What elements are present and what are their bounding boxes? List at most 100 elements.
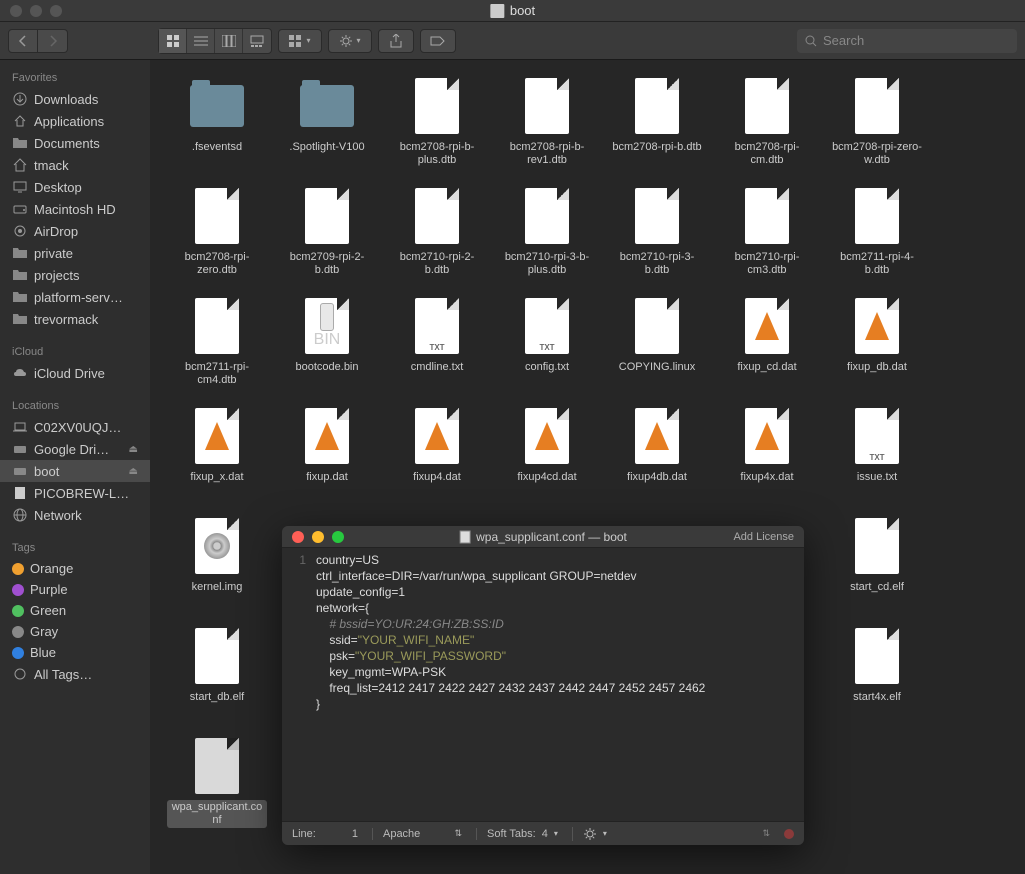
group-by-button[interactable]: ▾ bbox=[278, 29, 322, 53]
file-name: bcm2708-rpi-b-plus.dtb bbox=[387, 140, 487, 168]
icon-view-button[interactable] bbox=[159, 29, 187, 53]
file-item[interactable]: TXTcmdline.txt bbox=[382, 292, 492, 402]
sidebar-item[interactable]: platform-serv… bbox=[0, 286, 150, 308]
status-settings[interactable]: ▾ bbox=[572, 827, 607, 841]
tag-label: Purple bbox=[30, 582, 68, 597]
sidebar-item[interactable]: Desktop bbox=[0, 176, 150, 198]
file-item[interactable]: TXTissue.txt bbox=[822, 402, 932, 512]
file-item[interactable]: start4x.elf bbox=[822, 622, 932, 732]
file-item[interactable]: wpa_supplicant.conf bbox=[162, 732, 272, 842]
favorites-header: Favorites bbox=[0, 68, 150, 88]
back-button[interactable] bbox=[8, 29, 38, 53]
file-item[interactable]: COPYING.linux bbox=[602, 292, 712, 402]
sidebar-item[interactable]: Documents bbox=[0, 132, 150, 154]
eject-icon[interactable]: ⏏ bbox=[129, 444, 138, 455]
editor-minimize-button[interactable] bbox=[312, 531, 324, 543]
action-button[interactable]: ▾ bbox=[328, 29, 372, 53]
eject-icon[interactable]: ⏏ bbox=[129, 466, 138, 477]
file-item[interactable]: BINbootcode.bin bbox=[272, 292, 382, 402]
sidebar-item[interactable]: PICOBREW-L… bbox=[0, 482, 150, 504]
file-item[interactable]: fixup4cd.dat bbox=[492, 402, 602, 512]
file-item[interactable]: bcm2708-rpi-zero-w.dtb bbox=[822, 72, 932, 182]
status-syntax[interactable]: Apache ⇅ bbox=[372, 828, 462, 840]
close-button[interactable] bbox=[10, 5, 22, 17]
file-item[interactable]: .Spotlight-V100 bbox=[272, 72, 382, 182]
minimize-button[interactable] bbox=[30, 5, 42, 17]
file-item[interactable]: bcm2708-rpi-b-rev1.dtb bbox=[492, 72, 602, 182]
editor-close-button[interactable] bbox=[292, 531, 304, 543]
sidebar-tag[interactable]: Purple bbox=[0, 579, 150, 600]
sidebar-item[interactable]: Google Dri…⏏ bbox=[0, 438, 150, 460]
file-item[interactable]: start_db.elf bbox=[162, 622, 272, 732]
file-icon bbox=[187, 626, 247, 686]
file-name: fixup4.dat bbox=[410, 470, 464, 485]
share-button[interactable] bbox=[378, 29, 414, 53]
tags-button[interactable] bbox=[420, 29, 456, 53]
file-item[interactable]: bcm2708-rpi-b-plus.dtb bbox=[382, 72, 492, 182]
sidebar-item[interactable]: tmack bbox=[0, 154, 150, 176]
file-item[interactable]: bcm2711-rpi-cm4.dtb bbox=[162, 292, 272, 402]
gear-icon bbox=[583, 827, 597, 841]
sidebar-item[interactable]: Network bbox=[0, 504, 150, 526]
search-input[interactable]: Search bbox=[797, 29, 1017, 53]
file-icon bbox=[407, 76, 467, 136]
file-name: start_db.elf bbox=[187, 690, 247, 705]
sidebar-tag[interactable]: Blue bbox=[0, 642, 150, 663]
file-item[interactable]: bcm2710-rpi-cm3.dtb bbox=[712, 182, 822, 292]
file-item[interactable]: bcm2708-rpi-zero.dtb bbox=[162, 182, 272, 292]
file-item[interactable]: fixup4x.dat bbox=[712, 402, 822, 512]
sidebar-tag[interactable]: Gray bbox=[0, 621, 150, 642]
editor-zoom-button[interactable] bbox=[332, 531, 344, 543]
file-item[interactable]: bcm2710-rpi-3-b.dtb bbox=[602, 182, 712, 292]
sidebar-all-tags[interactable]: All Tags… bbox=[0, 663, 150, 685]
sidebar-item[interactable]: private bbox=[0, 242, 150, 264]
code-area[interactable]: country=USctrl_interface=DIR=/var/run/wp… bbox=[312, 548, 804, 821]
status-line[interactable]: Line: 1 bbox=[292, 828, 358, 840]
sidebar-tag[interactable]: Green bbox=[0, 600, 150, 621]
file-item[interactable]: kernel.img bbox=[162, 512, 272, 622]
file-item[interactable]: start_cd.elf bbox=[822, 512, 932, 622]
sidebar-item[interactable]: AirDrop bbox=[0, 220, 150, 242]
file-item[interactable]: fixup_db.dat bbox=[822, 292, 932, 402]
file-item[interactable]: .fseventsd bbox=[162, 72, 272, 182]
zoom-button[interactable] bbox=[50, 5, 62, 17]
file-icon bbox=[847, 76, 907, 136]
sidebar-item[interactable]: Macintosh HD bbox=[0, 198, 150, 220]
forward-button[interactable] bbox=[38, 29, 68, 53]
sidebar-item[interactable]: Applications bbox=[0, 110, 150, 132]
file-item[interactable]: fixup.dat bbox=[272, 402, 382, 512]
add-license-link[interactable]: Add License bbox=[733, 531, 794, 543]
file-name: bcm2708-rpi-zero-w.dtb bbox=[827, 140, 927, 168]
file-item[interactable]: bcm2710-rpi-3-b-plus.dtb bbox=[492, 182, 602, 292]
tags-header: Tags bbox=[0, 538, 150, 558]
sidebar-item[interactable]: iCloud Drive bbox=[0, 362, 150, 384]
sidebar-item[interactable]: Downloads bbox=[0, 88, 150, 110]
status-tabs[interactable]: Soft Tabs: 4 ▾ bbox=[476, 828, 558, 840]
file-item[interactable]: bcm2708-rpi-cm.dtb bbox=[712, 72, 822, 182]
file-item[interactable]: fixup_x.dat bbox=[162, 402, 272, 512]
search-placeholder: Search bbox=[823, 33, 864, 48]
sidebar-item[interactable]: boot⏏ bbox=[0, 460, 150, 482]
gallery-view-button[interactable] bbox=[243, 29, 271, 53]
sidebar-label: Macintosh HD bbox=[34, 202, 116, 217]
file-icon bbox=[627, 76, 687, 136]
file-icon bbox=[847, 516, 907, 576]
sidebar-item[interactable]: trevormack bbox=[0, 308, 150, 330]
file-item[interactable]: fixup4db.dat bbox=[602, 402, 712, 512]
file-item[interactable]: bcm2711-rpi-4-b.dtb bbox=[822, 182, 932, 292]
sidebar-item[interactable]: C02XV0UQJ… bbox=[0, 416, 150, 438]
file-item[interactable]: fixup_cd.dat bbox=[712, 292, 822, 402]
file-item[interactable]: fixup4.dat bbox=[382, 402, 492, 512]
column-view-button[interactable] bbox=[215, 29, 243, 53]
sidebar-label: Documents bbox=[34, 136, 100, 151]
file-icon bbox=[187, 736, 247, 796]
sidebar-item[interactable]: projects bbox=[0, 264, 150, 286]
file-item[interactable]: bcm2710-rpi-2-b.dtb bbox=[382, 182, 492, 292]
list-view-button[interactable] bbox=[187, 29, 215, 53]
sidebar-tag[interactable]: Orange bbox=[0, 558, 150, 579]
file-name: config.txt bbox=[522, 360, 572, 375]
file-item[interactable]: TXTconfig.txt bbox=[492, 292, 602, 402]
file-item[interactable]: bcm2709-rpi-2-b.dtb bbox=[272, 182, 382, 292]
updown-icon[interactable]: ⇅ bbox=[762, 828, 770, 839]
file-item[interactable]: bcm2708-rpi-b.dtb bbox=[602, 72, 712, 182]
